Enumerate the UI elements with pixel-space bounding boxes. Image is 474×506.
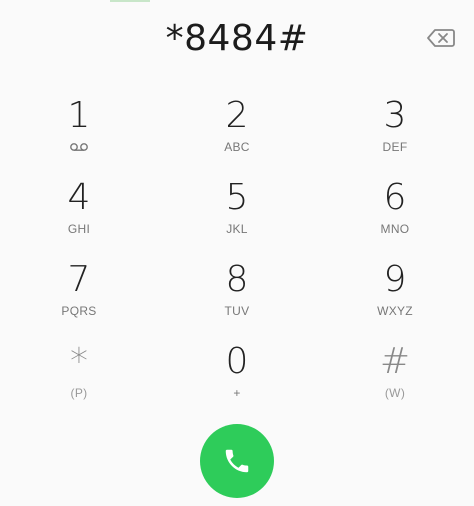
keypad-row: 7 PQRS 8 TUV 9 WXYZ	[0, 252, 474, 334]
voicemail-icon	[70, 143, 88, 151]
key-letters: JKL	[226, 222, 248, 236]
key-digit: 5	[225, 177, 249, 218]
key-digit: 9	[383, 259, 407, 300]
key-0[interactable]: 0 +	[158, 334, 316, 416]
status-indicator-line	[110, 0, 150, 2]
keypad-row: * (P) 0 + # (W)	[0, 334, 474, 416]
key-letters: GHI	[67, 222, 91, 236]
key-letters: ABC	[224, 140, 250, 154]
call-button[interactable]	[200, 424, 274, 498]
key-1[interactable]: 1	[0, 88, 158, 170]
key-digit: 0	[225, 341, 249, 382]
key-letters: PQRS	[61, 304, 97, 318]
key-digit: 7	[67, 259, 91, 300]
key-5[interactable]: 5 JKL	[158, 170, 316, 252]
key-digit: 6	[383, 177, 407, 218]
key-letters: +	[233, 386, 241, 400]
key-7[interactable]: 7 PQRS	[0, 252, 158, 334]
key-hash[interactable]: # (W)	[316, 334, 474, 416]
key-letters: MNO	[380, 222, 410, 236]
key-letters: DEF	[382, 140, 408, 154]
backspace-icon	[427, 29, 455, 47]
key-3[interactable]: 3 DEF	[316, 88, 474, 170]
dialer-screen: *8484# 1 2 ABC 3 DEF 4 GHI 5 JKL 6 MNO 7…	[0, 0, 474, 506]
key-star[interactable]: * (P)	[0, 334, 158, 416]
key-digit: 2	[225, 95, 249, 136]
backspace-button[interactable]	[426, 26, 456, 50]
key-4[interactable]: 4 GHI	[0, 170, 158, 252]
dialed-number[interactable]: *8484#	[0, 14, 474, 64]
key-digit: 1	[67, 95, 91, 136]
phone-icon	[225, 449, 249, 473]
key-6[interactable]: 6 MNO	[316, 170, 474, 252]
key-digit: 4	[67, 177, 91, 218]
key-letters: TUV	[224, 304, 250, 318]
key-digit: 8	[225, 259, 249, 300]
key-digit: 3	[383, 95, 407, 136]
key-9[interactable]: 9 WXYZ	[316, 252, 474, 334]
key-letters: WXYZ	[377, 304, 413, 318]
keypad-row: 4 GHI 5 JKL 6 MNO	[0, 170, 474, 252]
key-digit: *	[70, 341, 88, 382]
keypad: 1 2 ABC 3 DEF 4 GHI 5 JKL 6 MNO 7 PQRS 8…	[0, 88, 474, 416]
keypad-row: 1 2 ABC 3 DEF	[0, 88, 474, 170]
key-letters: (P)	[70, 386, 88, 400]
key-2[interactable]: 2 ABC	[158, 88, 316, 170]
key-letters: (W)	[384, 386, 406, 400]
key-8[interactable]: 8 TUV	[158, 252, 316, 334]
key-digit: #	[379, 341, 411, 382]
